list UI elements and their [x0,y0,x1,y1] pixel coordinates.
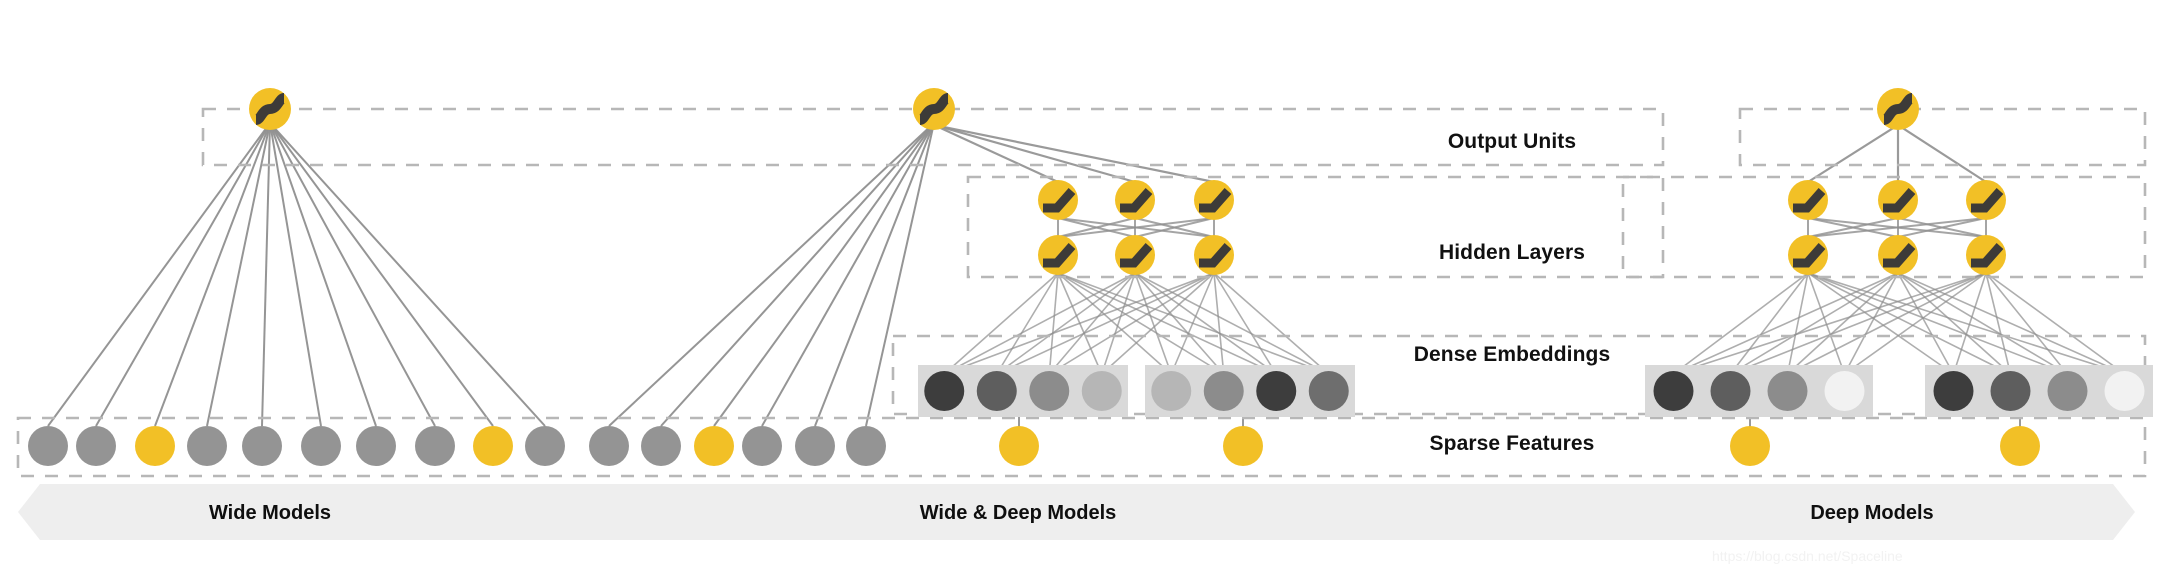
row-label-hidden-layers: Hidden Layers [1438,241,1585,264]
sparse-feature[interactable] [742,426,782,466]
edge-output-to-hidden [933,123,1215,184]
sparse-feature[interactable] [76,426,116,466]
hidden-unit-relu[interactable] [1194,180,1234,220]
hidden-unit-relu[interactable] [1115,235,1155,275]
edge-output-to-sparse [95,122,271,427]
embedding-unit[interactable] [1308,371,1349,411]
sparse-feature[interactable] [589,426,629,466]
edge-output-to-sparse [608,122,935,427]
output-unit-sigmoid[interactable] [249,88,291,130]
edge-hidden-to-embedding [996,272,1059,375]
edge-hidden-to-embedding [1897,272,1955,375]
edge-hidden-to-embedding [1134,272,1277,375]
edge-hidden-to-embedding [1213,272,1225,375]
sparse-feature[interactable] [846,426,886,466]
edge-hidden-to-embedding [1673,272,1809,375]
sparse-feature[interactable] [415,426,455,466]
embedding-unit[interactable] [1710,371,1751,411]
sparse-feature-active[interactable] [1730,426,1770,466]
edge-hidden-to-embedding [1134,272,1225,375]
edge-hidden-to-embedding [1048,272,1059,375]
sparse-feature[interactable] [525,426,565,466]
embedding-unit[interactable] [1081,371,1122,411]
sparse-feature-active[interactable] [135,426,175,466]
caption-wide-models: Wide Models [208,502,332,524]
sparse-feature[interactable] [641,426,681,466]
edge-output-to-sparse [261,122,271,427]
edge-hidden-to-embedding [1843,272,1899,375]
embedding-unit[interactable] [976,371,1017,411]
edge-hidden-to-embedding [1807,272,2125,375]
hidden-unit-relu[interactable] [1878,235,1918,275]
edge-hidden-to-embedding [943,272,1215,375]
edge-output-to-hidden [1897,124,1987,183]
sparse-feature[interactable] [301,426,341,466]
caption-wide-and-deep-models: Wide & Deep Models [919,502,1117,524]
caption-deep-models: Deep Models [1810,502,1934,524]
hidden-unit-relu[interactable] [1038,235,1078,275]
edge-output-to-sparse [206,122,271,427]
embedding-unit[interactable] [1256,371,1297,411]
sparse-feature[interactable] [28,426,68,466]
embedding-unit[interactable] [1151,371,1192,411]
sparse-feature-active[interactable] [1223,426,1263,466]
edge-hidden-to-embedding [1787,272,1987,375]
hidden-unit-relu[interactable] [1038,180,1078,220]
edge-hidden-to-embedding [1897,272,2068,375]
embedding-unit[interactable] [924,371,965,411]
edge-output-to-hidden [933,124,1059,183]
embedding-unit[interactable] [2104,371,2145,411]
dashed-region-boxes [16,107,2147,478]
edge-output-to-sparse [269,122,494,427]
output-unit-sigmoid[interactable] [913,88,955,130]
embedding-unit[interactable] [2047,371,2088,411]
embedding-unit[interactable] [1990,371,2031,411]
row-label-dense-embeddings: Dense Embeddings [1413,343,1611,366]
output-unit-sigmoid[interactable] [1877,88,1919,130]
embedding-unit[interactable] [1653,371,1694,411]
embedding-unit[interactable] [1767,371,1808,411]
sparse-feature-active[interactable] [2000,426,2040,466]
edge-output-to-hidden [933,123,1136,184]
embedding-unit[interactable] [1029,371,1070,411]
edge-hidden-to-embedding [1057,272,1277,375]
edge-hidden-to-embedding [1170,272,1215,375]
edge-output-to-sparse [47,122,271,427]
hidden-unit-relu[interactable] [1966,180,2006,220]
hidden-unit-relu[interactable] [1115,180,1155,220]
edge-output-to-sparse [154,122,271,427]
watermark-text: https://blog.csdn.net/Spaceline [1712,548,1903,564]
edge-output-to-sparse [660,122,935,427]
hidden-unit-relu[interactable] [1788,235,1828,275]
sparse-feature-active[interactable] [694,426,734,466]
edge-output-to-hidden [1807,124,1899,183]
wide-and-deep-architecture-diagram [16,0,2153,540]
embedding-unit[interactable] [1933,371,1974,411]
embedding-unit[interactable] [1203,371,1244,411]
hidden-unit-relu[interactable] [1878,180,1918,220]
edge-output-to-sparse [814,122,935,427]
hidden-unit-relu[interactable] [1788,180,1828,220]
sparse-feature-active[interactable] [473,426,513,466]
row-label-output-units: Output Units [1447,130,1577,153]
sparse-feature[interactable] [242,426,282,466]
edge-hidden-to-embedding [1673,272,1899,375]
hidden-unit-relu[interactable] [1194,235,1234,275]
sparse-feature[interactable] [356,426,396,466]
sparse-feature[interactable] [187,426,227,466]
row-label-sparse-features: Sparse Features [1429,432,1595,455]
embedding-unit[interactable] [1824,371,1865,411]
hidden-unit-relu[interactable] [1966,235,2006,275]
diagram-canvas: Output Units Hidden Layers Dense Embeddi… [0,0,2164,572]
sparse-feature[interactable] [795,426,835,466]
sparse-feature-active[interactable] [999,426,1039,466]
edge-output-to-sparse [269,122,377,427]
output-units-box-deep [1738,107,2147,167]
edge-output-to-sparse [761,122,935,427]
edge-output-to-sparse [269,122,546,427]
